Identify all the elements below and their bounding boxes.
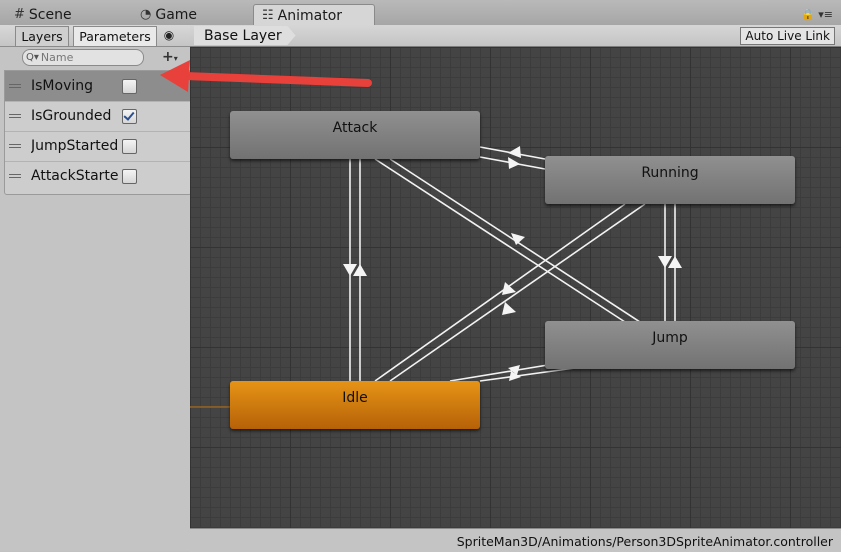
menu-icon[interactable]: ▾≡ xyxy=(818,8,833,21)
parameter-checkbox[interactable] xyxy=(122,78,137,94)
search-input[interactable] xyxy=(40,51,136,64)
parameter-checkbox[interactable] xyxy=(122,108,137,124)
search-icon: Q▾ xyxy=(26,52,39,63)
state-node-attack[interactable]: Attack xyxy=(230,111,480,159)
eye-icon[interactable]: ◉ xyxy=(160,27,178,43)
game-pacman-icon: ◔ xyxy=(140,7,152,22)
search-field[interactable]: Q▾ xyxy=(22,49,144,66)
scene-grid-icon: # xyxy=(14,7,25,22)
auto-live-link-button[interactable]: Auto Live Link xyxy=(740,27,835,45)
tab-animator[interactable]: ☷ Animator xyxy=(253,4,375,26)
drag-handle-icon[interactable] xyxy=(9,112,21,120)
window-tab-bar: # Scene ◔ Game ☷ Animator 🔒 ▾≡ xyxy=(0,0,841,26)
tab-scene-label: Scene xyxy=(28,6,72,23)
tab-animator-label: Animator xyxy=(277,7,343,24)
parameter-list: IsMoving IsGrounded JumpStarted AttackSt… xyxy=(4,70,192,195)
panel-toolbar: Layers Parameters ◉ xyxy=(0,25,190,47)
add-parameter-button[interactable]: +▾ xyxy=(162,49,178,65)
state-node-idle[interactable]: Idle xyxy=(230,381,480,429)
drag-handle-icon[interactable] xyxy=(9,82,21,90)
tab-game[interactable]: ◔ Game xyxy=(132,4,205,25)
drag-handle-icon[interactable] xyxy=(9,142,21,150)
transition-arrow-icon xyxy=(502,282,516,295)
parameter-name: IsMoving xyxy=(31,78,94,94)
state-label: Running xyxy=(641,165,699,181)
list-item[interactable]: IsGrounded xyxy=(5,101,191,132)
list-item[interactable]: JumpStarted xyxy=(5,131,191,162)
lock-icon[interactable]: 🔒 xyxy=(801,8,815,21)
list-item[interactable]: IsMoving xyxy=(5,71,191,102)
search-row: Q▾ +▾ xyxy=(0,47,190,69)
parameter-name: JumpStarted xyxy=(31,138,119,154)
tab-game-label: Game xyxy=(155,6,198,23)
parameter-name: IsGrounded xyxy=(31,108,112,124)
transition-arrow-icon xyxy=(502,302,516,315)
transition-arrow-icon xyxy=(508,146,521,158)
animator-icon: ☷ xyxy=(262,8,274,23)
state-label: Attack xyxy=(332,120,378,136)
state-machine-graph[interactable]: Attack Running Jump Idle xyxy=(190,47,841,528)
window-controls[interactable]: 🔒 ▾≡ xyxy=(801,8,833,21)
state-node-jump[interactable]: Jump xyxy=(545,321,795,369)
transition-arrow-icon xyxy=(508,157,520,169)
tab-layers[interactable]: Layers xyxy=(15,26,69,47)
status-bar: SpriteMan3D/Animations/Person3DSpriteAni… xyxy=(190,528,841,552)
state-node-running[interactable]: Running xyxy=(545,156,795,204)
tab-scene[interactable]: # Scene xyxy=(6,4,80,25)
controller-path: SpriteMan3D/Animations/Person3DSpriteAni… xyxy=(456,534,833,549)
drag-handle-icon[interactable] xyxy=(9,172,21,180)
state-label: Idle xyxy=(342,390,368,406)
breadcrumb[interactable]: Base Layer xyxy=(194,26,296,45)
parameter-checkbox[interactable] xyxy=(122,168,137,184)
parameter-name: AttackStarted xyxy=(31,168,119,184)
list-item[interactable]: AttackStarted xyxy=(5,161,191,191)
graph-toolbar: Base Layer Auto Live Link xyxy=(190,25,841,47)
parameter-checkbox[interactable] xyxy=(122,138,137,154)
state-label: Jump xyxy=(652,330,688,346)
tab-parameters[interactable]: Parameters xyxy=(73,26,157,47)
parameters-panel: Layers Parameters ◉ Q▾ +▾ IsMoving IsGro… xyxy=(0,25,192,551)
